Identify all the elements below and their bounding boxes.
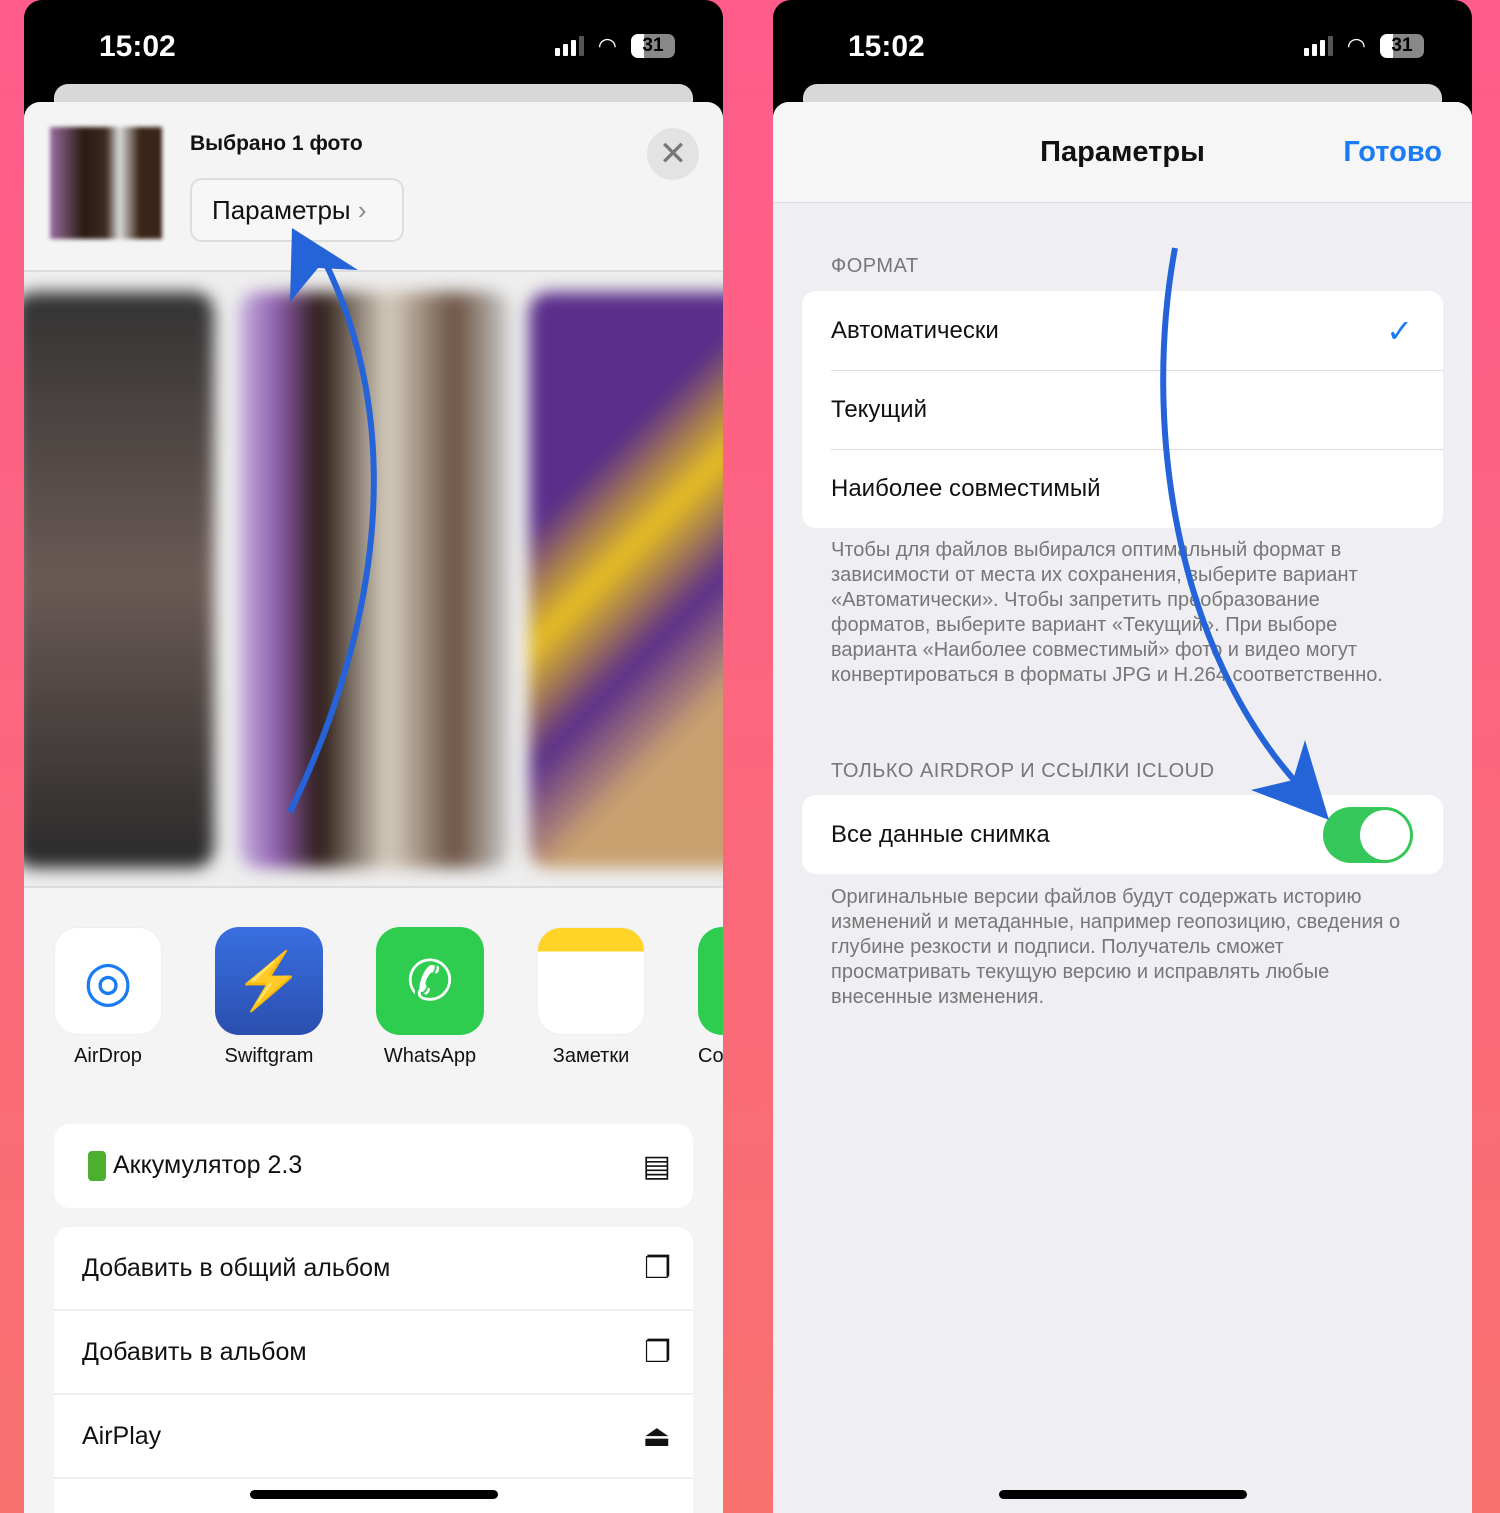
app-airdrop[interactable]: ◎ AirDrop	[54, 927, 162, 1068]
format-footer: Чтобы для файлов выбирался оптимальный ф…	[831, 539, 1383, 686]
shortcut-label: Аккумулятор 2.3	[112, 1150, 303, 1179]
battery-emoji-icon	[88, 1151, 106, 1182]
app-label: WhatsApp	[383, 1045, 477, 1067]
app-swiftgram[interactable]: ⚡ Swiftgram	[215, 927, 323, 1068]
left-phone-screen: 15:02 ◠ 31 Выбрано 1 фото Параметры › ✕ …	[24, 0, 723, 1513]
share-sheet: Выбрано 1 фото Параметры › ✕ ◎ AirDrop ⚡ S…	[24, 102, 723, 1513]
actions-group: Добавить в общий альбом ❐ Добавить в альб…	[54, 1227, 693, 1513]
status-bar: 15:02 ◠ 31	[24, 0, 723, 90]
wifi-icon: ◠	[1346, 33, 1366, 58]
action-add-album[interactable]: Добавить в альбом ❐	[54, 1311, 693, 1395]
shortcut-icon: ▤	[642, 1149, 671, 1183]
signal-icon	[554, 36, 584, 56]
format-option-auto[interactable]: Автоматически ✓	[802, 291, 1443, 370]
right-phone-screen: 15:02 ◠ 31 Параметры Готово ФОРМАТ Автом…	[773, 0, 1472, 1513]
options-sheet: Параметры Готово ФОРМАТ Автоматически ✓ Т…	[773, 102, 1472, 1513]
home-indicator	[998, 1490, 1247, 1499]
format-option-current[interactable]: Текущий	[802, 370, 1443, 449]
app-label: AirDrop	[74, 1045, 142, 1067]
option-label: Текущий	[831, 395, 927, 423]
airdrop-footer: Оригинальные версии файлов будут содержа…	[831, 886, 1401, 1008]
action-label: Добавить в общий альбом	[82, 1253, 391, 1282]
shared-album-icon: ❐	[644, 1251, 671, 1285]
wifi-icon: ◠	[597, 33, 617, 58]
status-time: 15:02	[99, 30, 176, 63]
format-option-compatible[interactable]: Наиболее совместимый	[802, 449, 1443, 528]
app-notes[interactable]: Заметки	[537, 927, 645, 1068]
action-airplay[interactable]: AirPlay ⏏	[54, 1395, 693, 1479]
home-indicator	[249, 1490, 498, 1499]
photo-preview[interactable]	[529, 292, 723, 868]
airdrop-header: ТОЛЬКО AIRDROP И ССЫЛКИ ICLOUD	[831, 760, 1215, 782]
swiftgram-icon: ⚡	[215, 927, 323, 1035]
status-time: 15:02	[848, 30, 925, 63]
app-label: Заметки	[552, 1045, 630, 1067]
close-button[interactable]: ✕	[647, 128, 699, 180]
action-label: AirPlay	[82, 1421, 162, 1450]
shortcut-group: Аккумулятор 2.3 ▤	[54, 1124, 693, 1208]
whatsapp-icon: ✆	[376, 927, 484, 1035]
app-whatsapp[interactable]: ✆ WhatsApp	[376, 927, 484, 1068]
shortcut-row[interactable]: Аккумулятор 2.3 ▤	[54, 1124, 693, 1208]
options-label: Параметры	[212, 195, 351, 225]
photo-preview[interactable]	[239, 292, 509, 868]
photo-thumbnail	[50, 127, 162, 239]
all-data-row: Все данные снимка	[802, 795, 1443, 874]
signal-icon	[1303, 36, 1333, 56]
action-label: Добавить в альбом	[82, 1337, 307, 1366]
selected-count: Выбрано 1 фото	[190, 132, 363, 155]
toggle-label: Все данные снимка	[831, 820, 1050, 848]
option-label: Автоматически	[831, 316, 999, 344]
app-row: ◎ AirDrop ⚡ Swiftgram ✆ WhatsApp Заметки Co…	[54, 927, 723, 1068]
notes-icon	[537, 927, 645, 1035]
add-album-icon: ❐	[644, 1335, 671, 1369]
app-label: Coo	[698, 1045, 723, 1067]
battery-icon: 31	[1380, 34, 1424, 58]
nav-bar: Параметры Готово	[773, 102, 1472, 203]
app-label: Swiftgram	[224, 1045, 314, 1067]
options-button[interactable]: Параметры ›	[190, 178, 404, 242]
action-shared-album[interactable]: Добавить в общий альбом ❐	[54, 1227, 693, 1311]
chevron-right-icon: ›	[357, 195, 367, 225]
app-partial[interactable]: Coo	[698, 927, 723, 1068]
checkmark-icon: ✓	[1386, 312, 1413, 349]
all-data-toggle[interactable]	[1323, 806, 1413, 863]
photo-carousel[interactable]	[24, 270, 723, 888]
airdrop-icon: ◎	[54, 927, 162, 1035]
done-button[interactable]: Готово	[1343, 136, 1442, 169]
battery-icon: 31	[631, 34, 675, 58]
partial-app-icon	[698, 927, 723, 1035]
airdrop-group: Все данные снимка	[802, 795, 1443, 874]
airplay-icon: ⏏	[642, 1419, 671, 1453]
photo-preview[interactable]	[24, 292, 214, 868]
format-group: Автоматически ✓ Текущий Наиболее совмести…	[802, 291, 1443, 528]
option-label: Наиболее совместимый	[831, 474, 1101, 502]
format-header: ФОРМАТ	[831, 255, 919, 277]
status-bar: 15:02 ◠ 31	[773, 0, 1472, 90]
